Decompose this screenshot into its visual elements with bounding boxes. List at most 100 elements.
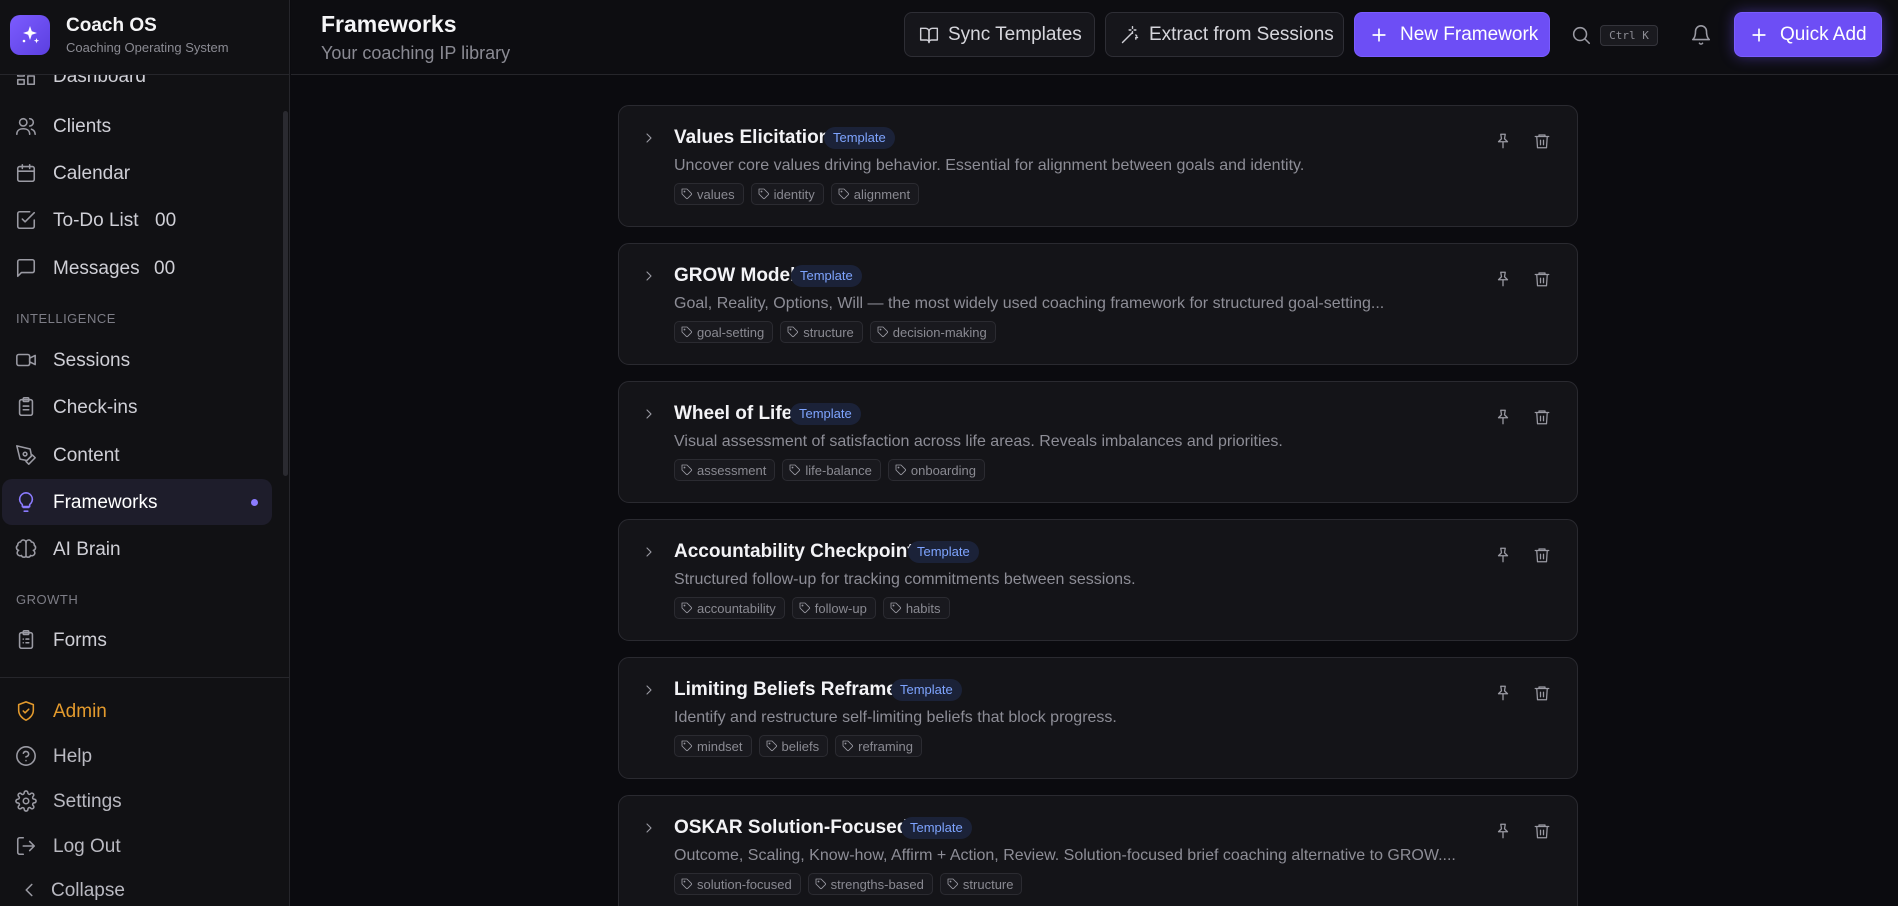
sidebar-item-settings[interactable]: Settings bbox=[2, 781, 272, 821]
tag-list: goal-setting structure decision-making bbox=[674, 321, 996, 343]
framework-card[interactable]: Wheel of Life Template Visual assessment… bbox=[618, 381, 1578, 503]
sidebar-item-dashboard[interactable]: Dashboard bbox=[2, 75, 272, 99]
framework-card[interactable]: Values Elicitation Template Uncover core… bbox=[618, 105, 1578, 227]
template-badge: Template bbox=[824, 127, 895, 149]
framework-description: Goal, Reality, Options, Will — the most … bbox=[674, 295, 1385, 312]
tag-label: onboarding bbox=[910, 462, 976, 478]
template-badge: Template bbox=[891, 679, 962, 701]
button-label: Quick Add bbox=[1780, 24, 1867, 45]
search-icon[interactable] bbox=[1570, 24, 1592, 46]
sidebar-item-admin[interactable]: Admin bbox=[2, 691, 272, 731]
trash-icon[interactable] bbox=[1533, 822, 1551, 840]
tag-label: identity bbox=[773, 186, 815, 202]
top-bar: Frameworks Your coaching IP library Sync… bbox=[291, 0, 1898, 75]
sync-templates-button[interactable]: Sync Templates bbox=[904, 12, 1095, 57]
pin-icon[interactable] bbox=[1494, 132, 1512, 150]
new-framework-button[interactable]: New Framework bbox=[1354, 12, 1550, 57]
sidebar-item-frameworks[interactable]: Frameworks bbox=[2, 479, 272, 525]
pin-icon[interactable] bbox=[1494, 822, 1512, 840]
framework-list[interactable]: Values Elicitation Template Uncover core… bbox=[291, 76, 1898, 906]
tag-list: values identity alignment bbox=[674, 183, 920, 205]
calendar-icon bbox=[16, 163, 36, 183]
trash-icon[interactable] bbox=[1533, 684, 1551, 702]
tag-icon bbox=[681, 740, 693, 752]
bell-icon[interactable] bbox=[1690, 24, 1712, 46]
pin-icon[interactable] bbox=[1494, 270, 1512, 288]
sidebar-item-calendar[interactable]: Calendar bbox=[2, 150, 272, 196]
tag-icon bbox=[815, 878, 826, 890]
sidebar-item-label: Forms bbox=[53, 630, 107, 651]
tag-label: life-balance bbox=[805, 462, 872, 478]
sidebar-item-content[interactable]: Content bbox=[2, 432, 272, 478]
tag: follow-up bbox=[791, 597, 876, 619]
tag: onboarding bbox=[887, 459, 985, 481]
trash-icon[interactable] bbox=[1533, 132, 1551, 150]
framework-title: Accountability Checkpoint bbox=[674, 541, 914, 562]
tag: reframing bbox=[835, 735, 923, 757]
tag-icon bbox=[681, 602, 693, 614]
tag-icon bbox=[947, 878, 958, 890]
message-icon bbox=[16, 258, 36, 278]
trash-icon[interactable] bbox=[1533, 270, 1551, 288]
extract-from-sessions-button[interactable]: Extract from Sessions bbox=[1105, 12, 1344, 57]
collapse-button[interactable]: Collapse bbox=[2, 870, 272, 906]
tag-label: values bbox=[697, 186, 735, 202]
tag-list: mindset beliefs reframing bbox=[674, 735, 923, 757]
tag: decision-making bbox=[869, 321, 996, 343]
sidebar-item-label: Content bbox=[53, 445, 120, 466]
scrollbar[interactable] bbox=[283, 111, 288, 476]
tag: strengths-based bbox=[807, 873, 933, 895]
chevron-right-icon[interactable] bbox=[641, 682, 657, 698]
sidebar-item-label: AI Brain bbox=[53, 539, 121, 560]
sidebar-item-messages[interactable]: Messages 00 bbox=[2, 245, 272, 291]
sidebar-item-forms[interactable]: Forms bbox=[2, 617, 272, 663]
framework-card[interactable]: Accountability Checkpoint Template Struc… bbox=[618, 519, 1578, 641]
button-label: Extract from Sessions bbox=[1149, 24, 1334, 45]
framework-description: Identify and restructure self-limiting b… bbox=[674, 709, 1117, 726]
sidebar-item-label: Clients bbox=[53, 116, 112, 137]
chevron-right-icon[interactable] bbox=[641, 544, 657, 560]
dashboard-icon bbox=[16, 75, 36, 86]
chevron-right-icon[interactable] bbox=[641, 268, 657, 284]
trash-icon[interactable] bbox=[1533, 546, 1551, 564]
app-tagline: Coaching Operating System bbox=[66, 40, 229, 55]
sidebar-item-clients[interactable]: Clients bbox=[2, 103, 272, 149]
video-icon bbox=[16, 353, 36, 367]
quick-add-button[interactable]: Quick Add bbox=[1734, 12, 1882, 57]
chevron-right-icon[interactable] bbox=[641, 406, 657, 422]
framework-title: OSKAR Solution-Focused bbox=[674, 817, 909, 838]
pin-icon[interactable] bbox=[1494, 684, 1512, 702]
sidebar-item-logout[interactable]: Log Out bbox=[2, 826, 272, 866]
section-heading-intelligence: INTELLIGENCE bbox=[16, 311, 116, 326]
chevron-right-icon[interactable] bbox=[641, 820, 657, 836]
nav-scroll-area[interactable]: Dashboard Clients Calendar To-Do List 00… bbox=[0, 75, 290, 677]
template-badge: Template bbox=[908, 541, 979, 563]
chevron-left-icon bbox=[25, 883, 33, 897]
tag-icon bbox=[842, 740, 854, 752]
tag-icon bbox=[838, 188, 849, 200]
chevron-right-icon[interactable] bbox=[641, 130, 657, 146]
brand[interactable]: Coach OS Coaching Operating System bbox=[0, 0, 290, 75]
help-icon bbox=[16, 746, 36, 766]
framework-card[interactable]: Limiting Beliefs Reframe Template Identi… bbox=[618, 657, 1578, 779]
pin-icon[interactable] bbox=[1494, 408, 1512, 426]
sidebar-item-help[interactable]: Help bbox=[2, 736, 272, 776]
framework-card[interactable]: OSKAR Solution-Focused Template Outcome,… bbox=[618, 795, 1578, 906]
trash-icon[interactable] bbox=[1533, 408, 1551, 426]
framework-description: Visual assessment of satisfaction across… bbox=[674, 433, 1283, 450]
plus-icon bbox=[1752, 28, 1766, 42]
pin-icon[interactable] bbox=[1494, 546, 1512, 564]
framework-card[interactable]: GROW Model Template Goal, Reality, Optio… bbox=[618, 243, 1578, 365]
sidebar-item-ai-brain[interactable]: AI Brain bbox=[2, 526, 272, 572]
sidebar-item-todo[interactable]: To-Do List 00 bbox=[2, 197, 272, 243]
tag: beliefs bbox=[758, 735, 829, 757]
tag-label: decision-making bbox=[892, 324, 987, 340]
sidebar-item-sessions[interactable]: Sessions bbox=[2, 337, 272, 383]
framework-title: Limiting Beliefs Reframe bbox=[674, 679, 897, 700]
sidebar-item-checkins[interactable]: Check-ins bbox=[2, 384, 272, 430]
tag-label: beliefs bbox=[781, 738, 820, 754]
sparkle-logo-icon bbox=[10, 15, 50, 55]
users-icon bbox=[16, 117, 36, 136]
framework-description: Outcome, Scaling, Know-how, Affirm + Act… bbox=[674, 847, 1456, 864]
framework-title: Wheel of Life bbox=[674, 403, 793, 424]
